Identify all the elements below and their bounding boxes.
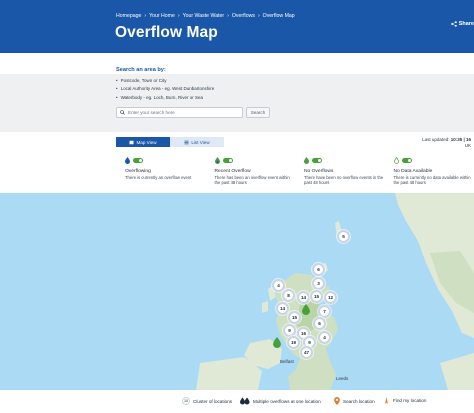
legend-title: No Data Available xyxy=(393,169,433,174)
page-title: Overflow Map xyxy=(115,24,218,41)
city-label: Leeds xyxy=(336,376,349,381)
cluster-marker[interactable]: 14 xyxy=(297,291,310,304)
search-field[interactable] xyxy=(116,107,243,118)
legend-description: There have been no overflow events in th… xyxy=(304,175,384,185)
map-basemap xyxy=(196,193,474,390)
tab-label: List View xyxy=(191,139,210,145)
legend-title: No Overflows xyxy=(304,169,334,174)
recent-overflow-marker[interactable] xyxy=(273,337,281,348)
legend-no-overflows: No Overflows There have been no overflow… xyxy=(295,155,385,191)
cluster-marker[interactable]: 47 xyxy=(300,346,313,359)
spacer xyxy=(0,53,474,74)
legend-overflowing: Overflowing There is currently an overfl… xyxy=(116,155,206,191)
legend-search-location: Search location xyxy=(334,397,375,405)
legend-cluster-label: Cluster of locations xyxy=(193,398,233,404)
legend-description: There is currently no data available wit… xyxy=(393,175,471,185)
cluster-icon: 15 xyxy=(182,397,190,405)
breadcrumb-link-home[interactable]: Homepage xyxy=(116,13,141,19)
legend-recent-overflow: Recent Overflow There has been an overfl… xyxy=(206,155,296,191)
legend-find-location: Find my location xyxy=(383,397,426,404)
droplet-icon xyxy=(304,157,309,164)
list-icon xyxy=(184,140,189,144)
breadcrumb-current: Overflow Map xyxy=(262,13,295,19)
droplet-outline-icon xyxy=(393,157,399,164)
last-updated-suffix: UK xyxy=(464,143,471,148)
search-heading: Search an area by: xyxy=(116,67,166,73)
breadcrumb-link-your-home[interactable]: Your Home xyxy=(149,13,175,19)
search-input[interactable] xyxy=(128,110,238,115)
legend-no-data: No Data Available There is currently no … xyxy=(385,155,474,191)
tab-map-view[interactable]: Map View xyxy=(116,137,170,147)
tab-list-view[interactable]: List View xyxy=(170,137,224,147)
toggle-switch[interactable] xyxy=(312,158,322,163)
map-legend: 15 Cluster of locations Multiple overflo… xyxy=(0,390,474,413)
legend-search-location-label: Search location xyxy=(343,398,375,404)
legend-title: Overflowing xyxy=(125,169,151,174)
cluster-marker[interactable]: 12 xyxy=(324,291,337,304)
recent-overflow-marker[interactable] xyxy=(302,304,310,315)
last-updated-label: Last updated: xyxy=(422,137,450,142)
search-hint: Waterbody - eg. Loch, Burn, River or Sea xyxy=(116,94,214,102)
toggle-switch[interactable] xyxy=(401,158,412,163)
legend-title: Recent Overflow xyxy=(214,169,251,174)
search-panel xyxy=(0,74,474,132)
share-icon xyxy=(450,21,457,27)
search-icon xyxy=(120,110,125,115)
page-header xyxy=(0,0,474,53)
legend-description: There has been an overflow event within … xyxy=(214,175,290,185)
cluster-marker[interactable]: 15 xyxy=(310,290,323,303)
last-updated-value: 10:35 | 16 xyxy=(450,137,471,142)
cluster-marker[interactable]: 5 xyxy=(337,230,350,243)
cluster-marker[interactable]: 15 xyxy=(288,311,301,324)
legend-multiple: Multiple overflows at one location xyxy=(240,397,321,405)
location-pin-icon xyxy=(334,397,340,405)
overflow-map[interactable]: 5 6 4 3 8 14 15 12 14 7 15 6 9 16 4 19 9… xyxy=(0,193,474,390)
breadcrumb-link-overflows[interactable]: Overflows xyxy=(232,13,255,19)
double-droplet-icon xyxy=(240,397,250,405)
map-icon xyxy=(129,140,134,144)
toggle-switch[interactable] xyxy=(133,158,143,163)
last-updated: Last updated: 10:35 | 16 UK xyxy=(422,137,471,149)
share-button[interactable]: Share xyxy=(450,21,474,27)
cluster-marker[interactable]: 4 xyxy=(318,331,331,344)
toggle-switch[interactable] xyxy=(222,158,233,163)
city-label: Belfast xyxy=(280,359,294,364)
share-label: Share xyxy=(458,21,474,27)
droplet-icon xyxy=(125,157,130,164)
legend-cluster: 15 Cluster of locations xyxy=(182,397,232,405)
breadcrumb: Homepage › Your Home › Your Waste Water › O… xyxy=(116,13,295,19)
search-hints: Postcode, Town or City Local Authority A… xyxy=(116,77,215,102)
search-hint: Local Authority Area - eg. West Dunbarto… xyxy=(116,85,215,93)
cluster-marker[interactable]: 14 xyxy=(276,302,289,315)
legend-description: There is currently an overflow event xyxy=(125,175,192,180)
droplet-icon xyxy=(214,157,220,164)
search-hint: Postcode, Town or City xyxy=(116,77,214,85)
legend-find-location-label: Find my location xyxy=(393,398,427,403)
legend-multiple-label: Multiple overflows at one location xyxy=(253,398,321,404)
status-legend: Overflowing There is currently an overfl… xyxy=(116,155,474,191)
tab-label: Map View xyxy=(136,139,157,145)
cluster-marker[interactable]: 6 xyxy=(312,263,325,276)
cluster-marker[interactable]: 8 xyxy=(282,289,295,302)
cluster-marker[interactable]: 3 xyxy=(312,277,325,290)
search-button[interactable]: Search xyxy=(246,107,270,118)
cluster-marker[interactable]: 6 xyxy=(313,317,326,330)
crosshair-icon xyxy=(385,397,388,404)
breadcrumb-link-waste-water[interactable]: Your Waste Water xyxy=(183,13,225,19)
cluster-marker[interactable]: 19 xyxy=(287,336,300,349)
view-tabs: Map View List View xyxy=(116,137,224,147)
